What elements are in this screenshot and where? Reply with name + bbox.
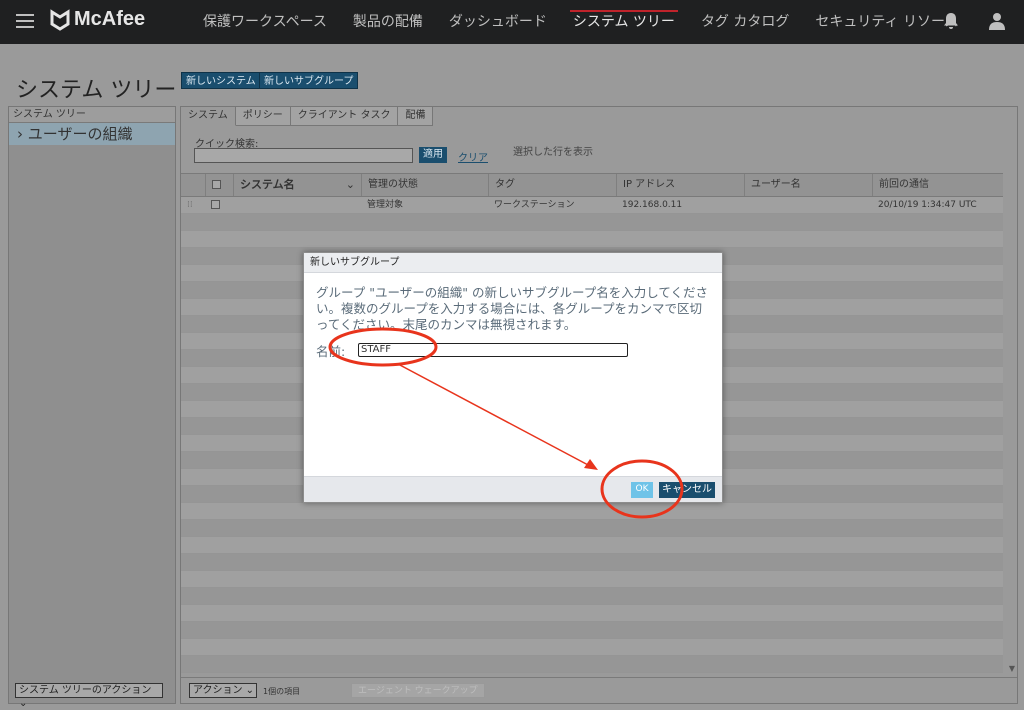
clear-link[interactable]: クリア [458,149,488,164]
column-system-name-label: システム名 [240,178,295,191]
tab-bar: システム ポリシー クライアント タスク 配備 [181,107,434,126]
row-checkbox[interactable] [205,197,233,213]
tab-client-tasks[interactable]: クライアント タスク [290,107,399,126]
column-system-name[interactable]: システム名 ⌄ [233,174,361,196]
cell-tags: ワークステーション [494,200,575,210]
mcafee-shield-icon [50,8,70,31]
brand-name: McAfee [74,8,146,30]
dialog-footer: OK キャンセル [304,476,722,502]
nav-product-deployment[interactable]: 製品の配備 [340,0,436,44]
select-all-checkbox[interactable] [205,174,233,196]
cell-management-status: 管理対象 [367,200,404,210]
tree-header: システム ツリー [9,107,175,123]
agent-wakeup-label: エージェント ウェークアップ [358,686,478,696]
show-selected-rows-checkbox[interactable]: 選択した行を表示 [513,143,593,158]
table-row-empty [181,231,1003,248]
table-footer: アクション ⌄ 1個の項目 エージェント ウェークアップ [181,677,1017,703]
new-subgroup-dialog: 新しいサブグループ グループ "ユーザーの組織" の新しいサブグループ名を入力し… [303,252,723,503]
tree-actions-label: システム ツリーのアクション [19,685,152,696]
table-row-empty [181,605,1003,622]
table-row[interactable]: ⁞⁞ 管理対象 ワークステーション 192.168.0.11 20/10/19 … [181,197,1003,214]
cell-last-communication: 20/10/19 1:34:47 UTC [878,200,977,210]
sort-chevron-icon: ⌄ [345,178,355,191]
dialog-title: 新しいサブグループ [304,253,722,273]
table-row-empty [181,537,1003,554]
new-subgroup-button[interactable]: 新しいサブグループ [259,72,359,89]
table-row-empty [181,622,1003,639]
page-title: システム ツリー [16,78,177,103]
top-nav-bar: McAfee 保護ワークスペース 製品の配備 ダッシュボード システム ツリー … [0,0,1024,44]
nav-protection-workspace[interactable]: 保護ワークスペース [190,0,340,44]
table-header: システム名 ⌄ 管理の状態 タグ IP アドレス ユーザー名 前回の通信 [181,173,1003,197]
subgroup-name-input[interactable]: STAFF [358,343,628,357]
menu-icon[interactable] [16,14,34,28]
nav-system-tree[interactable]: システム ツリー [560,0,688,44]
show-selected-rows-label: 選択した行を表示 [513,147,593,158]
cell-ip-address: 192.168.0.11 [622,200,683,210]
apply-button[interactable]: 適用 [419,147,447,163]
tab-deployment[interactable]: 配備 [398,107,434,126]
tree-item-user-organization[interactable]: › ユーザーの組織 [9,123,175,145]
quick-search-input[interactable] [194,148,413,163]
system-tree-panel: システム ツリー › ユーザーの組織 システム ツリーのアクション ⌄ [8,106,176,709]
column-last-communication[interactable]: 前回の通信 [872,174,1002,196]
tree-actions-dropdown[interactable]: システム ツリーのアクション ⌄ [15,683,163,709]
nav-tag-catalog[interactable]: タグ カタログ [688,0,802,44]
mcafee-logo[interactable]: McAfee [50,8,145,31]
nav-dashboard[interactable]: ダッシュボード [436,0,560,44]
bell-icon[interactable] [942,12,960,30]
column-management-status[interactable]: 管理の状態 [361,174,488,196]
tab-systems[interactable]: システム [181,107,236,126]
main-nav: 保護ワークスペース 製品の配備 ダッシュボード システム ツリー タグ カタログ… [190,0,971,44]
new-system-button[interactable]: 新しいシステム [181,72,261,89]
table-row-empty [181,214,1003,231]
selected-count: 1個の項目 [263,687,301,696]
user-icon[interactable] [988,12,1006,30]
name-label: 名前: [316,344,346,359]
column-ip-address[interactable]: IP アドレス [616,174,744,196]
agent-wakeup-button[interactable]: エージェント ウェークアップ [351,683,485,698]
cancel-button[interactable]: キャンセル [659,482,715,498]
tab-policies[interactable]: ポリシー [235,107,291,126]
table-row-empty [181,639,1003,656]
actions-dropdown[interactable]: アクション ⌄ [189,683,257,698]
table-row-empty [181,503,1003,520]
drag-handle-icon[interactable]: ⁞⁞ [181,197,205,213]
dialog-message: グループ "ユーザーの組織" の新しいサブグループ名を入力してください。複数のグ… [316,285,708,332]
cell-system-name[interactable] [233,197,361,213]
table-row-empty [181,554,1003,571]
column-user-name[interactable]: ユーザー名 [744,174,872,196]
table-row-empty [181,571,1003,588]
column-tags[interactable]: タグ [488,174,616,196]
table-row-empty [181,520,1003,537]
actions-label: アクション [193,685,243,696]
ok-button[interactable]: OK [631,482,653,498]
scroll-down-icon[interactable]: ▼ [1009,664,1015,673]
table-row-empty [181,588,1003,605]
table-row-empty [181,656,1003,673]
drag-column-header [181,174,205,196]
cell-user-name [744,197,872,213]
